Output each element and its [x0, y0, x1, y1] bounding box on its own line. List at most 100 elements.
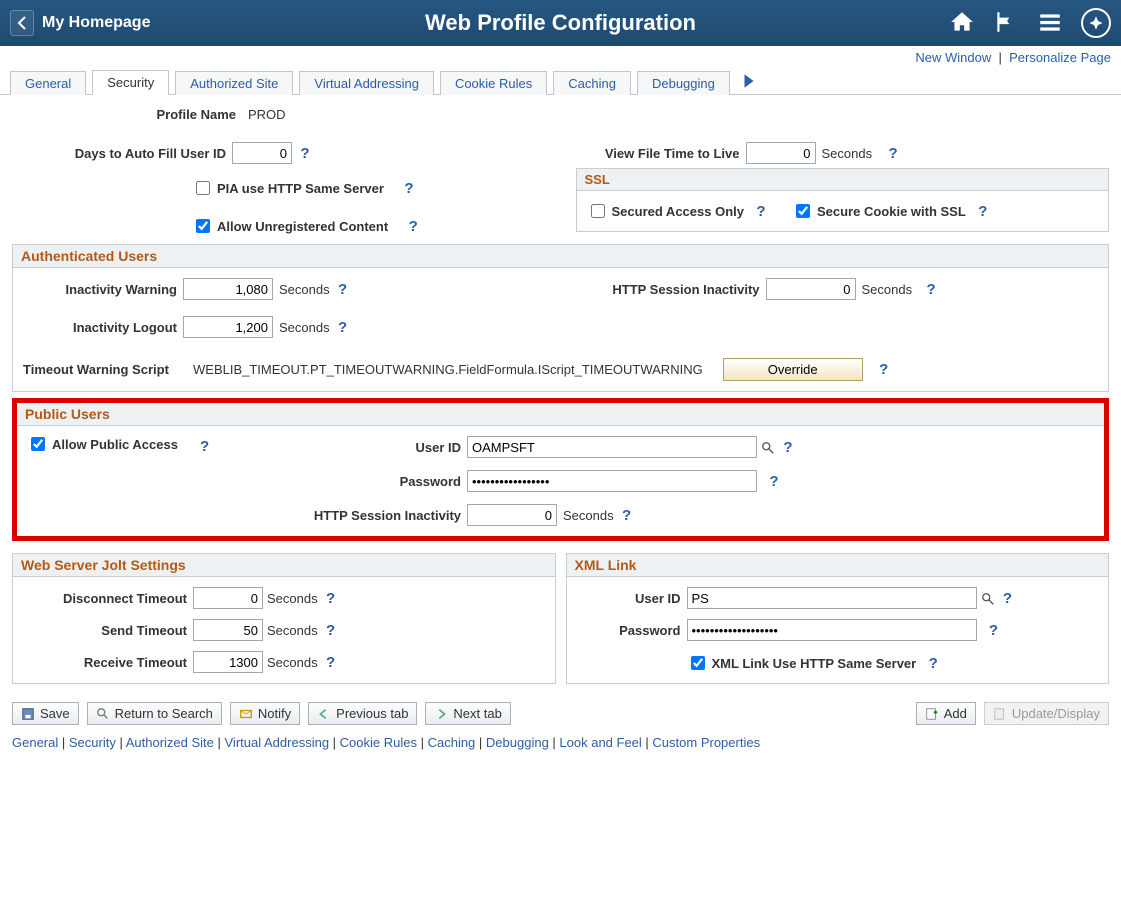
- xml-password-input[interactable]: [687, 619, 977, 641]
- profile-name-value: PROD: [248, 107, 286, 122]
- back-button[interactable]: [10, 10, 34, 36]
- help-icon[interactable]: ?: [1001, 590, 1015, 607]
- tab-cookie-rules[interactable]: Cookie Rules: [440, 71, 547, 95]
- help-icon[interactable]: ?: [924, 281, 938, 298]
- timeout-script-value: WEBLIB_TIMEOUT.PT_TIMEOUTWARNING.FieldFo…: [193, 362, 703, 377]
- secured-access-checkbox[interactable]: [591, 204, 605, 218]
- help-icon[interactable]: ?: [987, 622, 1001, 639]
- tab-scroll-right[interactable]: [740, 72, 758, 90]
- timeout-script-label: Timeout Warning Script: [23, 362, 193, 377]
- help-icon[interactable]: ?: [620, 507, 634, 524]
- help-icon[interactable]: ?: [298, 145, 312, 162]
- footer-link-authorized-site[interactable]: Authorized Site: [126, 735, 214, 750]
- tab-caching[interactable]: Caching: [553, 71, 631, 95]
- public-http-session-input[interactable]: [467, 504, 557, 526]
- navigator-icon[interactable]: [1081, 8, 1111, 38]
- pia-same-server-checkbox[interactable]: [196, 181, 210, 195]
- secure-cookie-checkbox[interactable]: [796, 204, 810, 218]
- help-icon[interactable]: ?: [767, 473, 781, 490]
- xml-same-server-label: XML Link Use HTTP Same Server: [712, 656, 917, 671]
- inactivity-logout-input[interactable]: [183, 316, 273, 338]
- add-button[interactable]: Add: [916, 702, 976, 725]
- receive-timeout-input[interactable]: [193, 651, 263, 673]
- arrow-left-icon: [317, 707, 331, 721]
- http-session-label: HTTP Session Inactivity: [576, 282, 766, 297]
- tab-general[interactable]: General: [10, 71, 86, 95]
- help-icon[interactable]: ?: [336, 281, 350, 298]
- content-area: Profile Name PROD Days to Auto Fill User…: [0, 95, 1121, 696]
- help-icon[interactable]: ?: [976, 203, 990, 220]
- help-icon[interactable]: ?: [877, 361, 891, 378]
- inactivity-warning-input[interactable]: [183, 278, 273, 300]
- http-session-input[interactable]: [766, 278, 856, 300]
- footer-link-look-and-feel[interactable]: Look and Feel: [559, 735, 641, 750]
- inactivity-logout-label: Inactivity Logout: [23, 320, 183, 335]
- days-autofill-input[interactable]: [232, 142, 292, 164]
- help-icon[interactable]: ?: [402, 180, 416, 197]
- public-users-title: Public Users: [17, 403, 1104, 426]
- help-icon[interactable]: ?: [926, 655, 940, 672]
- save-icon: [21, 707, 35, 721]
- help-icon[interactable]: ?: [886, 145, 900, 162]
- return-to-search-button[interactable]: Return to Search: [87, 702, 222, 725]
- override-button[interactable]: Override: [723, 358, 863, 381]
- seconds-label: Seconds: [267, 623, 318, 638]
- flag-icon[interactable]: [993, 9, 1019, 38]
- help-icon[interactable]: ?: [324, 622, 338, 639]
- send-timeout-input[interactable]: [193, 619, 263, 641]
- footer-link-cookie-rules[interactable]: Cookie Rules: [340, 735, 417, 750]
- tab-debugging[interactable]: Debugging: [637, 71, 730, 95]
- public-users-groupbox: Public Users Allow Public Access ? User …: [12, 398, 1109, 541]
- tab-authorized-site[interactable]: Authorized Site: [175, 71, 293, 95]
- menu-icon[interactable]: [1037, 9, 1063, 38]
- seconds-label: Seconds: [267, 591, 318, 606]
- notify-button[interactable]: Notify: [230, 702, 300, 725]
- public-password-label: Password: [267, 474, 467, 489]
- new-window-link[interactable]: New Window: [915, 50, 991, 65]
- secured-access-label: Secured Access Only: [612, 204, 744, 219]
- view-file-ttl-input[interactable]: [746, 142, 816, 164]
- disconnect-timeout-input[interactable]: [193, 587, 263, 609]
- jolt-settings-title: Web Server Jolt Settings: [13, 554, 555, 577]
- footer-link-debugging[interactable]: Debugging: [486, 735, 549, 750]
- help-icon[interactable]: ?: [198, 438, 212, 455]
- seconds-label: Seconds: [279, 320, 330, 335]
- xml-userid-input[interactable]: [687, 587, 977, 609]
- footer-link-caching[interactable]: Caching: [428, 735, 476, 750]
- seconds-label: Seconds: [862, 282, 913, 297]
- help-icon[interactable]: ?: [754, 203, 768, 220]
- allow-public-label: Allow Public Access: [52, 437, 178, 452]
- next-tab-button[interactable]: Next tab: [425, 702, 510, 725]
- home-icon[interactable]: [949, 9, 975, 38]
- public-userid-input[interactable]: [467, 436, 757, 458]
- save-button[interactable]: Save: [12, 702, 79, 725]
- personalize-page-link[interactable]: Personalize Page: [1009, 50, 1111, 65]
- public-password-input[interactable]: [467, 470, 757, 492]
- tab-virtual-addressing[interactable]: Virtual Addressing: [299, 71, 434, 95]
- footer-link-virtual-addressing[interactable]: Virtual Addressing: [225, 735, 330, 750]
- allow-public-checkbox[interactable]: [31, 437, 45, 451]
- footer-link-custom-properties[interactable]: Custom Properties: [652, 735, 760, 750]
- seconds-label: Seconds: [267, 655, 318, 670]
- help-icon[interactable]: ?: [324, 654, 338, 671]
- tab-security[interactable]: Security: [92, 70, 169, 95]
- footer-tab-links: General | Security | Authorized Site | V…: [0, 731, 1121, 760]
- lookup-icon[interactable]: [761, 439, 775, 455]
- chevron-left-icon: [17, 16, 27, 30]
- add-icon: [925, 707, 939, 721]
- allow-unregistered-checkbox[interactable]: [196, 219, 210, 233]
- homepage-link[interactable]: My Homepage: [42, 14, 150, 32]
- search-icon: [96, 707, 110, 721]
- xml-same-server-checkbox[interactable]: [691, 656, 705, 670]
- seconds-label: Seconds: [563, 508, 614, 523]
- xml-password-label: Password: [577, 623, 687, 638]
- lookup-icon[interactable]: [981, 590, 995, 606]
- previous-tab-button[interactable]: Previous tab: [308, 702, 417, 725]
- help-icon[interactable]: ?: [324, 590, 338, 607]
- footer-link-security[interactable]: Security: [69, 735, 116, 750]
- help-icon[interactable]: ?: [406, 218, 420, 235]
- authenticated-users-title: Authenticated Users: [13, 245, 1108, 268]
- footer-link-general[interactable]: General: [12, 735, 58, 750]
- help-icon[interactable]: ?: [336, 319, 350, 336]
- help-icon[interactable]: ?: [781, 439, 795, 456]
